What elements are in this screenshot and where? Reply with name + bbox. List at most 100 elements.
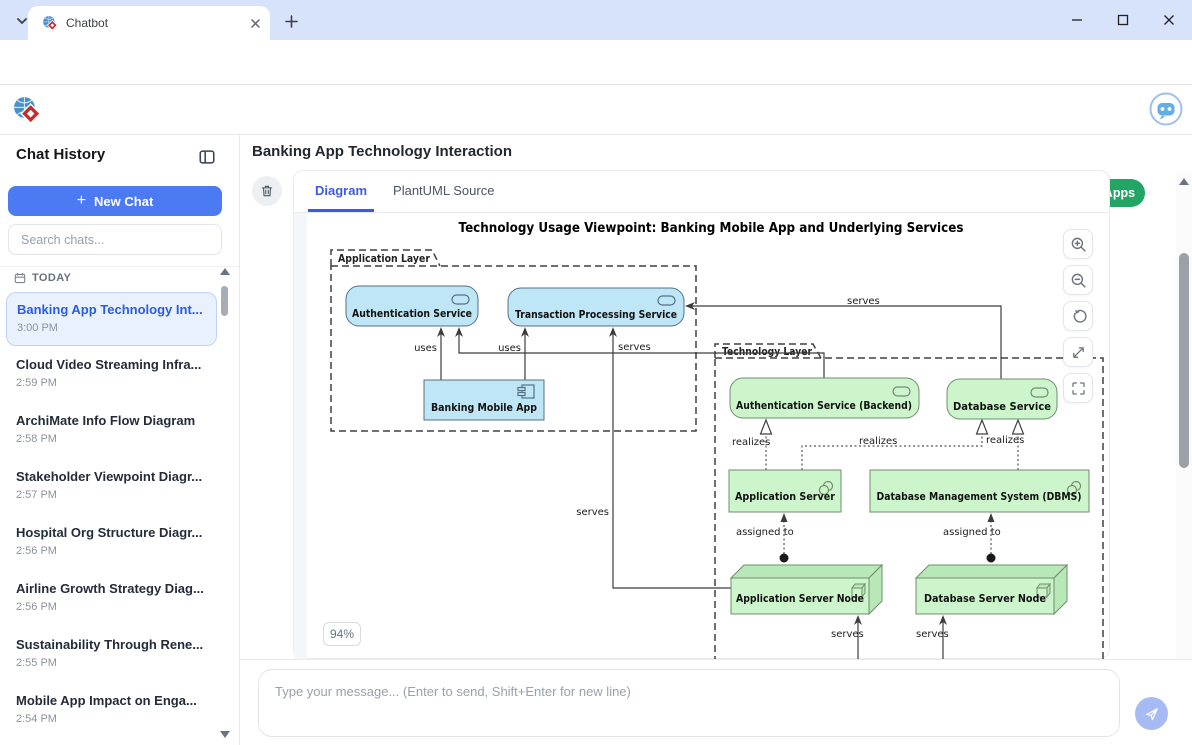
svg-text:Authentication Service: Authentication Service	[352, 308, 472, 320]
close-icon	[1163, 14, 1175, 26]
minimize-icon	[1071, 14, 1083, 26]
page-title: Banking App Technology Interaction	[252, 143, 512, 160]
sidebar-scroll-down[interactable]	[220, 731, 230, 738]
response-card: Diagram PlantUML Source Technology Usage…	[293, 170, 1110, 659]
node-authentication-service-backend: Authentication Service (Backend)	[730, 378, 919, 418]
reset-icon	[1070, 308, 1087, 325]
svg-text:realizes: realizes	[732, 437, 770, 448]
send-button[interactable]	[1135, 697, 1168, 730]
chat-history-item[interactable]: Mobile App Impact on Enga... 2:54 PM	[6, 684, 217, 738]
sidebar-scroll-up[interactable]	[220, 268, 230, 275]
reset-view-button[interactable]	[1063, 301, 1093, 331]
chat-history-item[interactable]: Cloud Video Streaming Infra... 2:59 PM	[6, 348, 217, 402]
svg-text:uses: uses	[414, 343, 437, 354]
sidebar: Chat History + New Chat TODAY Banking Ap…	[0, 135, 240, 745]
page-scrollbar-thumb[interactable]	[1179, 253, 1189, 468]
fullscreen-button[interactable]	[1063, 373, 1093, 403]
visual-paradigm-favicon	[42, 15, 58, 31]
tab-close-icon[interactable]	[251, 19, 260, 28]
node-dbms: Database Management System (DBMS)	[870, 470, 1089, 512]
svg-text:Banking Mobile App: Banking Mobile App	[431, 402, 537, 414]
tab-title: Chatbot	[66, 16, 251, 30]
sidebar-title: Chat History	[16, 146, 105, 163]
app-header: Chatbot Powered by Visual Paradigm More …	[0, 85, 1192, 135]
svg-text:Database Management System (DB: Database Management System (DBMS)	[877, 491, 1082, 503]
svg-text:realizes: realizes	[859, 436, 897, 447]
svg-text:assigned to: assigned to	[736, 527, 794, 538]
scroll-up-arrow[interactable]	[1179, 178, 1189, 185]
node-banking-mobile-app: Banking Mobile App	[424, 380, 544, 420]
window-maximize-button[interactable]	[1108, 8, 1138, 32]
node-database-service: Database Service	[947, 379, 1057, 419]
plus-icon: +	[77, 192, 86, 210]
chat-history-item[interactable]: Stakeholder Viewpoint Diagr... 2:57 PM	[6, 460, 217, 514]
chat-history-item[interactable]: ArchiMate Info Flow Diagram 2:58 PM	[6, 404, 217, 458]
node-database-server-node: Database Server Node	[916, 565, 1067, 614]
sidebar-scrollbar-thumb[interactable]	[221, 286, 228, 316]
zoom-in-button[interactable]	[1063, 229, 1093, 259]
chatbot-logo	[1149, 92, 1183, 126]
svg-text:Database Server Node: Database Server Node	[924, 593, 1046, 605]
maximize-icon	[1117, 14, 1129, 26]
svg-text:Transaction Processing Service: Transaction Processing Service	[515, 309, 677, 321]
window-close-button[interactable]	[1154, 8, 1184, 32]
tab-diagram[interactable]: Diagram	[308, 171, 374, 212]
send-icon	[1144, 706, 1160, 722]
zoom-out-icon	[1070, 272, 1087, 289]
zoom-out-button[interactable]	[1063, 265, 1093, 295]
svg-text:serves: serves	[576, 507, 609, 518]
message-input[interactable]	[258, 669, 1120, 737]
window-minimize-button[interactable]	[1062, 8, 1092, 32]
svg-text:serves: serves	[831, 629, 864, 640]
tab-plantuml-source[interactable]: PlantUML Source	[386, 171, 501, 212]
svg-text:serves: serves	[618, 342, 651, 353]
zoom-in-icon	[1070, 236, 1087, 253]
node-authentication-service: Authentication Service	[346, 286, 478, 326]
chevron-down-icon	[15, 14, 29, 28]
chat-history-item[interactable]: Hospital Org Structure Diagr... 2:56 PM	[6, 516, 217, 570]
fullscreen-icon	[1070, 380, 1087, 397]
chat-history-item[interactable]: Airline Growth Strategy Diag... 2:56 PM	[6, 572, 217, 626]
technology-layer-label: Technology Layer	[722, 345, 812, 358]
new-tab-button[interactable]	[280, 10, 302, 32]
visual-paradigm-logo	[12, 95, 41, 124]
message-composer	[240, 659, 1192, 745]
node-application-server: Application Server	[729, 470, 841, 512]
new-chat-label: New Chat	[94, 194, 153, 209]
calendar-icon	[14, 272, 26, 284]
chat-history-item[interactable]: Banking App Technology Int... 3:00 PM	[6, 292, 217, 346]
svg-text:Application Server Node: Application Server Node	[736, 593, 864, 605]
page-scrollbar[interactable]	[1176, 172, 1192, 659]
browser-toolbar: ai-toolbox.visual-paradigm.com/app/chatb…	[0, 40, 1192, 85]
trash-icon	[260, 184, 274, 198]
plus-icon	[285, 15, 298, 28]
expand-icon	[1070, 344, 1087, 361]
new-chat-button[interactable]: + New Chat	[8, 186, 222, 216]
panel-toggle-icon	[198, 148, 216, 166]
diagram-canvas[interactable]: Technology Usage Viewpoint: Banking Mobi…	[294, 213, 1111, 659]
svg-text:serves: serves	[847, 296, 880, 307]
node-application-server-node: Application Server Node	[731, 565, 882, 614]
browser-tab-strip: Chatbot	[0, 0, 1192, 40]
divider	[0, 266, 239, 267]
browser-tab[interactable]: Chatbot	[28, 6, 270, 40]
svg-text:realizes: realizes	[986, 435, 1024, 446]
node-transaction-processing-service: Transaction Processing Service	[508, 288, 684, 326]
diagram-title: Technology Usage Viewpoint: Banking Mobi…	[459, 221, 964, 236]
svg-text:uses: uses	[498, 343, 521, 354]
expand-button[interactable]	[1063, 337, 1093, 367]
zoom-level-badge: 94%	[323, 622, 361, 646]
diagram-left-gutter	[294, 213, 307, 659]
chat-history-item[interactable]: Sustainability Through Rene... 2:55 PM	[6, 628, 217, 682]
chat-section-header: TODAY	[14, 272, 71, 284]
section-label: TODAY	[32, 272, 71, 284]
tab-bar: Diagram PlantUML Source	[294, 171, 1109, 213]
delete-message-button[interactable]	[252, 176, 282, 206]
svg-text:Authentication Service (Backen: Authentication Service (Backend)	[736, 400, 912, 412]
sidebar-collapse-button[interactable]	[196, 146, 218, 168]
svg-text:assigned to: assigned to	[943, 527, 1001, 538]
svg-text:serves: serves	[916, 629, 949, 640]
svg-text:Database Service: Database Service	[953, 401, 1051, 413]
application-layer-label: Application Layer	[338, 252, 430, 265]
search-chats-input[interactable]	[8, 224, 222, 255]
